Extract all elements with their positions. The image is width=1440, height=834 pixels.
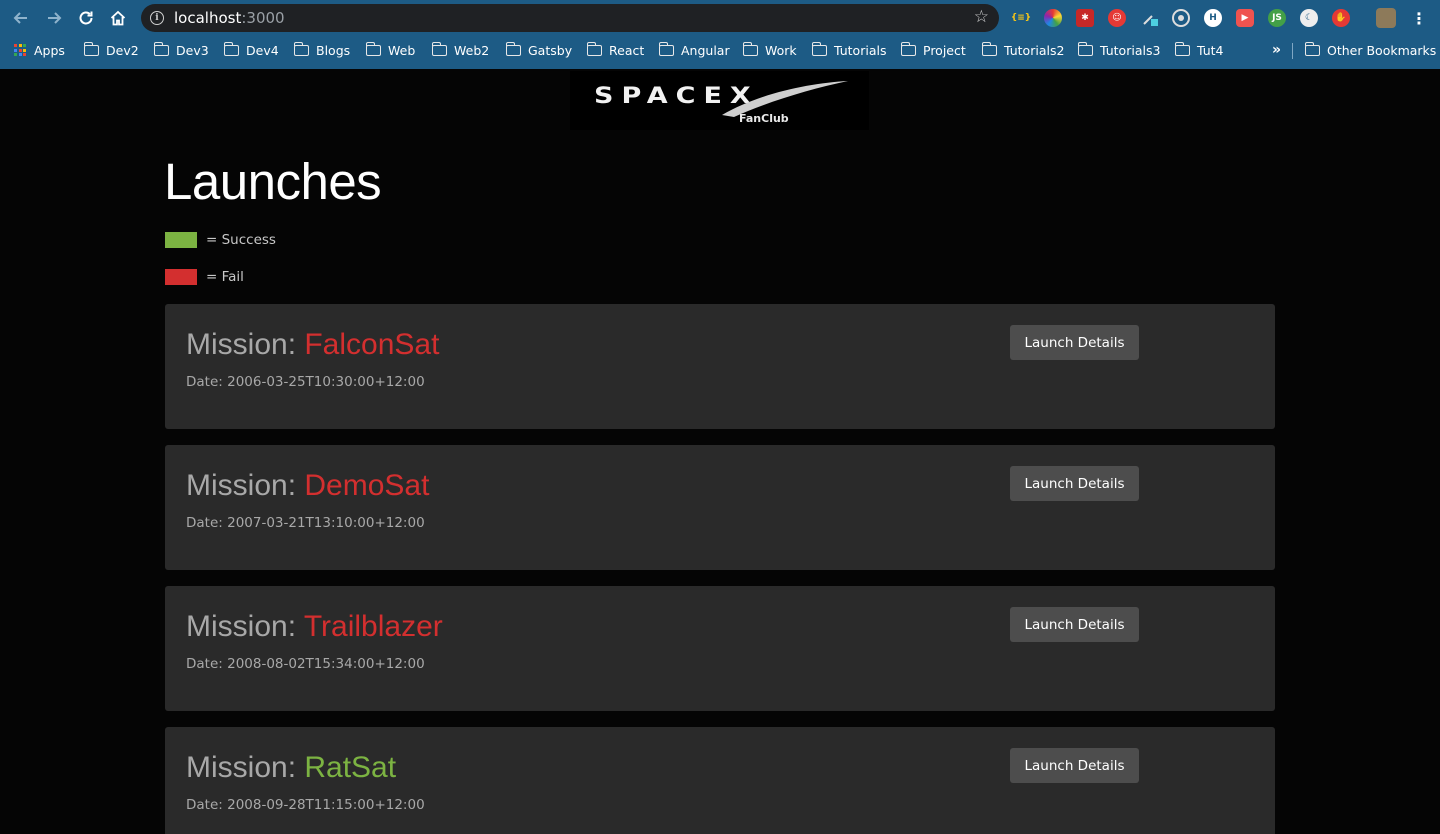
home-button[interactable] [106,6,130,30]
legend-success: = Success [165,232,276,248]
forward-button[interactable] [42,6,66,30]
mission-title: Mission: RatSat [186,751,397,784]
mission-title: Mission: FalconSat [186,328,440,361]
folder-icon [742,41,758,56]
home-icon [110,10,126,26]
legend-label: = Fail [206,269,244,285]
launch-date: Date: 2008-08-02T15:34:00+12:00 [186,656,425,672]
arrow-left-icon [13,12,27,24]
legend-label: = Success [206,232,276,248]
folder-icon [293,41,309,56]
mission-title: Mission: DemoSat [186,469,430,502]
reload-icon [79,11,93,25]
bookmark-folder[interactable]: React [586,41,644,59]
folder-icon [658,41,674,56]
folder-icon [981,41,997,56]
bookmark-folder[interactable]: Gatsby [505,41,572,59]
folder-icon [900,41,916,56]
bookmarks-bar: Apps Dev2 Dev3 Dev4 Blogs Web Web2 Gatsb… [0,37,1440,63]
star-icon[interactable]: ☆ [974,8,989,26]
mission-name: DemoSat [304,469,430,502]
santa-icon[interactable]: ☺ [1108,9,1126,27]
arrow-right-icon [48,12,62,24]
bookmark-folder[interactable]: Angular [658,41,730,59]
folder-icon [83,41,99,56]
mission-name: FalconSat [304,328,440,361]
json-viewer-icon[interactable]: {≡} [1011,9,1031,27]
bookmark-folder[interactable]: Dev2 [83,41,139,59]
bookmark-folder[interactable]: Tutorials3 [1077,41,1160,59]
folder-icon [1174,41,1190,56]
folder-icon [153,41,169,56]
info-icon[interactable]: i [150,11,164,25]
moon-icon[interactable]: ☾ [1300,9,1318,27]
bookmark-folder[interactable]: Tut4 [1174,41,1224,59]
bookmarks-overflow-button[interactable]: » [1272,41,1281,59]
launch-card: Mission: Trailblazer Date: 2008-08-02T15… [165,586,1275,711]
logo-subtitle: FanClub [739,112,789,125]
folder-icon [1077,41,1093,56]
address-bar[interactable]: i localhost:3000 ☆ [141,4,999,32]
launch-date: Date: 2008-09-28T11:15:00+12:00 [186,797,425,813]
hand-stop-icon[interactable]: ✋ [1332,9,1350,27]
launch-card: Mission: FalconSat Date: 2006-03-25T10:3… [165,304,1275,429]
launch-details-button[interactable]: Launch Details [1010,607,1139,642]
target-icon[interactable] [1172,9,1190,27]
bookmarks-divider [1292,43,1293,59]
bookmark-folder[interactable]: Web2 [431,41,489,59]
eyedropper-icon[interactable] [1141,9,1159,27]
browser-toolbar: i localhost:3000 ☆ {≡} ✱ ☺ H ▶ JS ☾ ✋ ⋮ [0,0,1440,36]
bookmark-folder[interactable]: Work [742,41,797,59]
bookmark-folder[interactable]: Project [900,41,966,59]
bookmark-folder[interactable]: Tutorials2 [981,41,1064,59]
color-picker-icon[interactable] [1044,9,1062,27]
browser-chrome: i localhost:3000 ☆ {≡} ✱ ☺ H ▶ JS ☾ ✋ ⋮ … [0,0,1440,69]
launch-card: Mission: RatSat Date: 2008-09-28T11:15:0… [165,727,1275,834]
bookmark-folder[interactable]: Dev4 [223,41,279,59]
bookmark-apps[interactable]: Apps [14,41,65,59]
bookmark-other[interactable]: Other Bookmarks [1304,41,1436,59]
address-url: localhost:3000 [174,9,285,27]
mission-name: Trailblazer [303,610,443,643]
success-swatch [165,232,197,248]
menu-icon[interactable]: ⋮ [1410,9,1428,28]
bookmark-folder[interactable]: Blogs [293,41,350,59]
bug-icon[interactable]: ✱ [1076,9,1094,27]
mission-name: RatSat [304,751,397,784]
spacex-logo: SPACEX FanClub [570,71,869,130]
page-title: Launches [164,153,382,210]
fail-swatch [165,269,197,285]
h-icon[interactable]: H [1204,9,1222,27]
bookmark-folder[interactable]: Web [365,41,415,59]
legend-fail: = Fail [165,269,244,285]
launch-details-button[interactable]: Launch Details [1010,466,1139,501]
video-icon[interactable]: ▶ [1236,9,1254,27]
bookmark-folder[interactable]: Tutorials [811,41,886,59]
folder-icon [431,41,447,56]
launch-details-button[interactable]: Launch Details [1010,325,1139,360]
back-button[interactable] [9,6,33,30]
folder-icon [811,41,827,56]
apps-grid-icon [14,44,26,56]
folder-icon [223,41,239,56]
node-icon[interactable]: JS [1268,9,1286,27]
reload-button[interactable] [74,6,98,30]
folder-icon [586,41,602,56]
launch-details-button[interactable]: Launch Details [1010,748,1139,783]
launch-date: Date: 2006-03-25T10:30:00+12:00 [186,374,425,390]
launch-card: Mission: DemoSat Date: 2007-03-21T13:10:… [165,445,1275,570]
bookmark-folder[interactable]: Dev3 [153,41,209,59]
folder-icon [1304,41,1320,56]
folder-icon [365,41,381,56]
mission-title: Mission: Trailblazer [186,610,443,643]
launch-date: Date: 2007-03-21T13:10:00+12:00 [186,515,425,531]
folder-icon [505,41,521,56]
avatar[interactable] [1376,8,1396,28]
